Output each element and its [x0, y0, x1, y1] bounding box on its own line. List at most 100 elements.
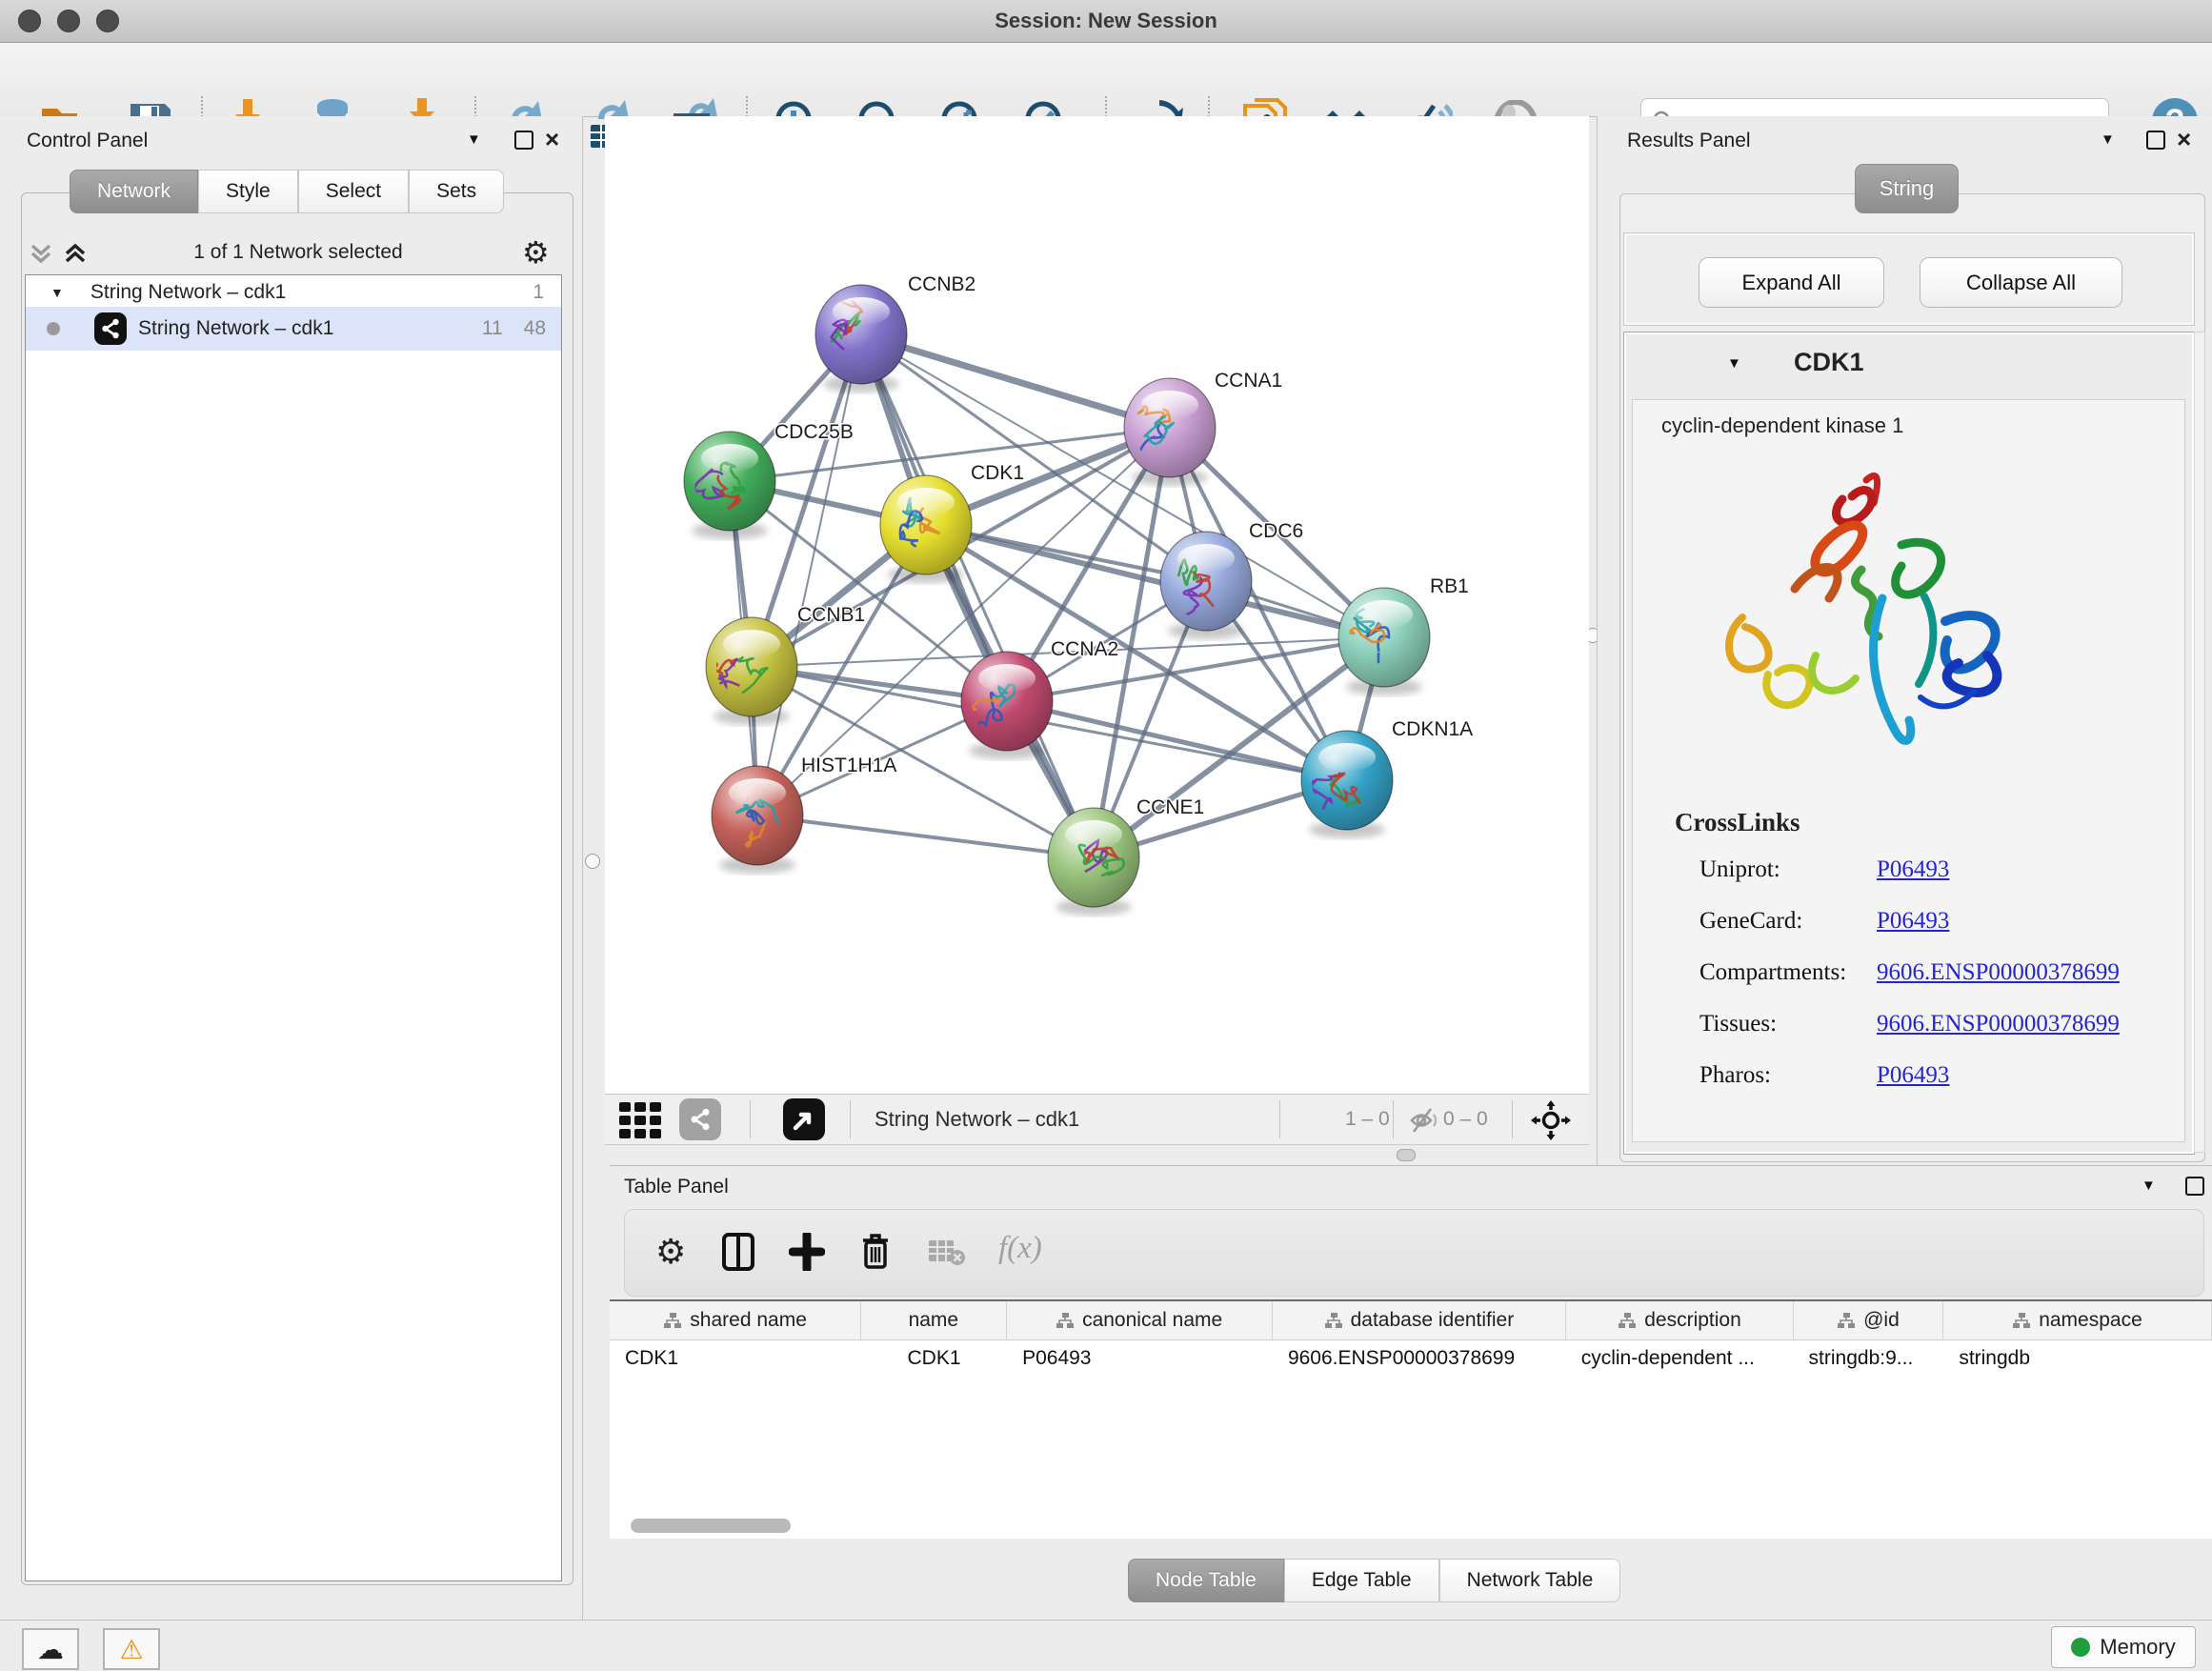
control-panel-title: Control Panel — [27, 130, 148, 152]
collapse-panel-icon[interactable]: ▼ — [467, 131, 481, 148]
edge-CCNB2-HIST1H1A[interactable] — [757, 334, 861, 815]
node-CDKN1A[interactable] — [1301, 731, 1393, 830]
float-panel-icon[interactable] — [2185, 1177, 2204, 1196]
function-builder-icon: f(x) — [998, 1231, 1042, 1266]
collapse-all-button[interactable]: Collapse All — [1920, 257, 2122, 308]
edge-HIST1H1A-CCNE1[interactable] — [757, 815, 1094, 857]
float-panel-icon[interactable] — [2146, 131, 2165, 150]
warnings-button[interactable]: ⚠ — [103, 1628, 160, 1670]
edge-CDK1-RB1[interactable] — [926, 525, 1384, 637]
grid-view-icon[interactable] — [619, 1102, 663, 1140]
expand-all-networks-icon[interactable] — [63, 242, 88, 265]
add-column-icon[interactable] — [789, 1233, 825, 1271]
table-cell[interactable]: stringdb:9... — [1794, 1347, 1944, 1370]
edge-CCNB2-CCNE1[interactable] — [861, 334, 1094, 857]
table-tabs: Node TableEdge TableNetwork Table — [1128, 1559, 1620, 1602]
crosslink-link[interactable]: P06493 — [1877, 908, 1949, 935]
node-CCNB1[interactable] — [697, 617, 797, 716]
tab-select[interactable]: Select — [298, 170, 409, 213]
node-label-HIST1H1A: HIST1H1A — [801, 755, 896, 776]
table-panel: Table Panel ▼ × ⚙ f(x) shared namenameca… — [610, 1165, 2212, 1620]
expand-all-button[interactable]: Expand All — [1699, 257, 1884, 308]
node-HIST1H1A[interactable] — [712, 766, 803, 865]
collapse-panel-icon[interactable]: ▼ — [2142, 1178, 2156, 1194]
node-CCNA1[interactable] — [1124, 378, 1216, 479]
collapse-all-networks-icon[interactable] — [29, 242, 53, 265]
node-CDC25B[interactable] — [684, 432, 775, 531]
collection-count: 1 — [533, 281, 544, 304]
tab-sets[interactable]: Sets — [409, 170, 504, 213]
crosslink-link[interactable]: 9606.ENSP00000378699 — [1877, 1011, 2120, 1037]
column-header-namespace[interactable]: namespace — [1943, 1301, 2212, 1339]
table-cell[interactable]: CDK1 — [861, 1347, 1007, 1370]
string-view-icon[interactable] — [679, 1098, 721, 1140]
crosslink-link[interactable]: 9606.ENSP00000378699 — [1877, 959, 2120, 986]
title-bar: Session: New Session — [0, 0, 2212, 43]
crosslink-row: Compartments:9606.ENSP00000378699 — [1699, 947, 2157, 998]
application-window: Session: New Session — [0, 0, 2212, 1671]
network-row-selected[interactable]: String Network – cdk1 11 48 — [26, 307, 561, 351]
tab-network-table[interactable]: Network Table — [1439, 1559, 1621, 1602]
network-options-gear-icon[interactable]: ⚙ — [522, 234, 550, 271]
node-CDK1[interactable] — [880, 475, 972, 574]
horizontal-scrollbar[interactable] — [631, 1519, 791, 1533]
table-cell[interactable]: cyclin-dependent ... — [1566, 1347, 1794, 1370]
node-RB1[interactable] — [1338, 588, 1430, 687]
column-header-database-identifier[interactable]: database identifier — [1273, 1301, 1566, 1339]
column-header-@id[interactable]: @id — [1794, 1301, 1943, 1339]
collapse-section-icon[interactable]: ▼ — [1727, 355, 1741, 372]
node-CCNB2[interactable] — [815, 285, 907, 384]
results-panel: Results Panel ▼ × String Expand All Coll… — [1597, 116, 2212, 1165]
node-CCNE1[interactable] — [1048, 808, 1139, 907]
table-row[interactable]: CDK1CDK1P064939606.ENSP00000378699cyclin… — [610, 1340, 2212, 1376]
node-CCNA2[interactable] — [951, 652, 1053, 751]
table-settings-gear-icon[interactable]: ⚙ — [655, 1233, 686, 1272]
column-header-canonical-name[interactable]: canonical name — [1007, 1301, 1273, 1339]
column-type-icon — [1056, 1312, 1075, 1329]
tab-string[interactable]: String — [1855, 164, 1959, 213]
delete-column-trash-icon[interactable] — [859, 1231, 892, 1271]
node-CDC6[interactable] — [1160, 532, 1252, 631]
table-cell[interactable]: P06493 — [1007, 1347, 1273, 1370]
expander-triangle-icon[interactable]: ▼ — [50, 285, 64, 300]
fit-content-crosshair-icon[interactable] — [1531, 1100, 1571, 1140]
edge-CCNB2-CCNA1[interactable] — [861, 334, 1170, 428]
results-panel-title: Results Panel — [1627, 130, 1751, 152]
node-table: shared namenamecanonical name database id… — [610, 1299, 2212, 1539]
column-header-shared-name[interactable]: shared name — [610, 1301, 861, 1339]
float-panel-icon[interactable] — [514, 131, 533, 150]
collapse-panel-icon[interactable]: ▼ — [2101, 131, 2115, 148]
close-panel-icon[interactable]: × — [2177, 125, 2191, 154]
table-cell[interactable]: 9606.ENSP00000378699 — [1273, 1347, 1566, 1370]
column-label: description — [1644, 1309, 1741, 1332]
close-panel-icon[interactable]: × — [545, 125, 559, 154]
tab-network[interactable]: Network — [70, 170, 198, 213]
show-columns-icon[interactable] — [722, 1233, 754, 1271]
column-header-description[interactable]: description — [1566, 1301, 1794, 1339]
column-label: database identifier — [1351, 1309, 1515, 1332]
node-label-RB1: RB1 — [1430, 575, 1469, 597]
left-splitter-handle[interactable] — [585, 854, 600, 869]
table-cell[interactable]: stringdb — [1943, 1347, 2212, 1370]
network-list: ▼ String Network – cdk1 1 String Network… — [25, 274, 562, 1581]
edge-CCNA2-CDKN1A[interactable] — [1007, 701, 1347, 780]
crosslink-row: Tissues:9606.ENSP00000378699 — [1699, 998, 2157, 1050]
memory-status-dot-icon — [2071, 1638, 2090, 1657]
tab-node-table[interactable]: Node Table — [1128, 1559, 1284, 1602]
node-label-CCNB1: CCNB1 — [797, 604, 865, 626]
tab-style[interactable]: Style — [198, 170, 298, 213]
network-graph[interactable]: CCNB2CCNA1CDC25BCDK1CDC6RB1CCNB1CCNA2CDK… — [605, 116, 1589, 1094]
network-collection-row[interactable]: ▼ String Network – cdk1 1 — [26, 278, 561, 307]
table-cell[interactable]: CDK1 — [610, 1347, 861, 1370]
crosslink-link[interactable]: P06493 — [1877, 1062, 1949, 1089]
tab-edge-table[interactable]: Edge Table — [1284, 1559, 1439, 1602]
crosslink-link[interactable]: P06493 — [1877, 856, 1949, 883]
network-canvas[interactable]: CCNB2CCNA1CDC25BCDK1CDC6RB1CCNB1CCNA2CDK… — [605, 116, 1589, 1094]
results-scrollbar[interactable] — [2194, 332, 2205, 1153]
birdseye-view-icon[interactable] — [783, 1098, 825, 1140]
column-header-name[interactable]: name — [861, 1301, 1006, 1339]
cloud-status-button[interactable]: ☁ — [22, 1628, 79, 1670]
memory-button[interactable]: Memory — [2051, 1626, 2196, 1668]
bottom-splitter-handle[interactable] — [1397, 1149, 1416, 1161]
toolbar-separator — [1512, 1100, 1513, 1138]
